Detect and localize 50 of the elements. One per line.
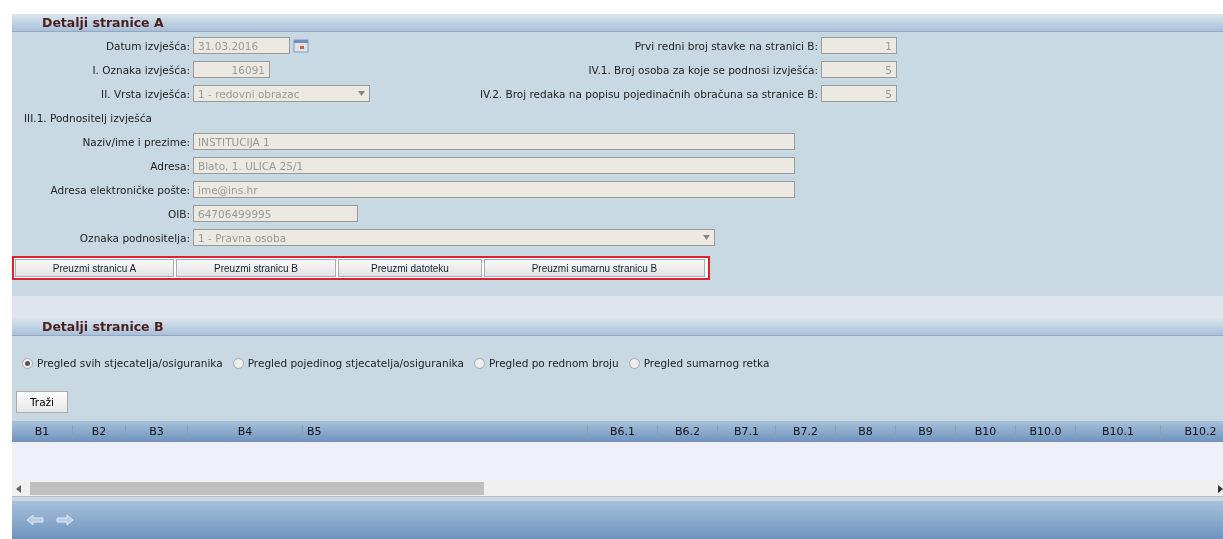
column-header[interactable]: B10.2 <box>1161 425 1223 438</box>
radio-label[interactable]: Pregled po rednom broju <box>488 357 619 369</box>
download-button[interactable]: Preuzmi stranicu A <box>15 259 174 277</box>
section-label: III.1. Podnositelj izvješća <box>23 111 152 124</box>
radio-button[interactable] <box>473 357 485 369</box>
radio-button[interactable] <box>22 357 33 369</box>
back-arrow-icon[interactable] <box>26 514 44 526</box>
field-label: IV.1. Broj osoba za koje se podnosi izvješća: <box>587 63 818 76</box>
dropdown-caret-icon[interactable] <box>703 235 710 240</box>
field-label: Oznaka podnositelja: <box>78 231 190 244</box>
column-header[interactable]: B6.1 <box>588 425 658 438</box>
field-label: OIB: <box>166 207 190 220</box>
column-header[interactable]: B5 <box>303 425 588 438</box>
radio-label[interactable]: Pregled svih stjecatelja/osiguranika <box>37 357 223 369</box>
radio-label[interactable]: Pregled sumarnog retka <box>643 357 770 369</box>
field-label: Naziv/ime i prezime: <box>81 135 190 148</box>
horizontal-scrollbar[interactable] <box>12 481 1223 497</box>
scroll-left-icon[interactable] <box>16 484 22 493</box>
field-label: I. Oznaka izvješća: <box>91 63 190 76</box>
field-label: Adresa: <box>149 159 190 172</box>
column-header[interactable]: B10.0 <box>1016 425 1076 438</box>
radio-button[interactable] <box>232 357 244 369</box>
field-label: Datum izvješća: <box>104 39 190 52</box>
field-label: Adresa elektroničke pošte: <box>49 183 190 196</box>
radio-button[interactable] <box>628 357 640 369</box>
calendar-icon[interactable] <box>293 38 309 53</box>
column-header[interactable]: B10.1 <box>1076 425 1161 438</box>
column-header[interactable]: B7.2 <box>776 425 836 438</box>
field-label: II. Vrsta izvješća: <box>100 87 190 100</box>
forward-arrow-icon[interactable] <box>56 514 74 526</box>
column-header[interactable]: B7.1 <box>718 425 776 438</box>
column-header[interactable]: B4 <box>188 425 303 438</box>
column-header[interactable]: B2 <box>73 425 126 438</box>
column-header[interactable]: B3 <box>126 425 188 438</box>
panel-title: Detalji stranice A <box>42 15 164 30</box>
panel-title: Detalji stranice B <box>42 319 164 334</box>
column-header[interactable]: B10 <box>956 425 1016 438</box>
field-label: Prvi redni broj stavke na stranici B: <box>633 39 818 52</box>
download-button[interactable]: Preuzmi datoteku <box>338 259 482 277</box>
column-header[interactable]: B1 <box>12 425 73 438</box>
column-header[interactable]: B6.2 <box>658 425 718 438</box>
field-label: IV.2. Broj redaka na popisu pojedinačnih obračuna sa stranice B: <box>478 87 818 100</box>
radio-label[interactable]: Pregled pojedinog stjecatelja/osiguranika <box>247 357 464 369</box>
dropdown-caret-icon[interactable] <box>358 91 365 96</box>
scroll-right-icon[interactable] <box>1217 484 1223 493</box>
column-header[interactable]: B9 <box>896 425 956 438</box>
download-button[interactable]: Preuzmi sumarnu stranicu B <box>484 259 705 277</box>
download-button[interactable]: Preuzmi stranicu B <box>176 259 336 277</box>
search-button[interactable]: Traži <box>16 391 68 413</box>
column-header[interactable]: B8 <box>836 425 896 438</box>
